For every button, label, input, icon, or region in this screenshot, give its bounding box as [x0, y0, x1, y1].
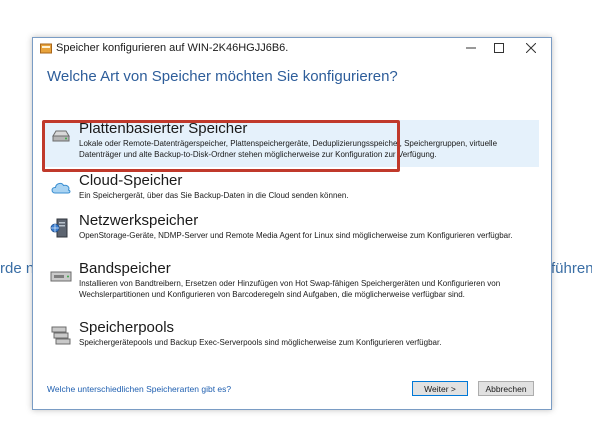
network-storage-icon [50, 218, 68, 238]
option-storage-pools[interactable]: Speicherpools Speichergerätepools und Ba… [43, 319, 539, 366]
configure-storage-dialog: Speicher konfigurieren auf WIN-2K46HGJJ6… [32, 37, 552, 410]
option-title: Cloud-Speicher [79, 172, 183, 189]
tape-icon [50, 271, 72, 282]
next-button[interactable]: Weiter > [412, 381, 468, 396]
highlight-annotation-box [42, 120, 400, 172]
background-text-right: führen [551, 260, 592, 277]
option-network-storage[interactable]: Netzwerkspeicher OpenStorage-Geräte, NDM… [43, 212, 539, 259]
minimize-icon [466, 47, 476, 49]
option-description: OpenStorage-Geräte, NDMP-Server und Remo… [79, 231, 513, 240]
close-icon [526, 43, 536, 53]
background-text-left: rde n [0, 260, 35, 277]
title-bar: Speicher konfigurieren auf WIN-2K46HGJJ6… [33, 38, 551, 60]
option-description: Speichergerätepools und Backup Exec-Serv… [79, 338, 442, 347]
close-button[interactable] [517, 38, 545, 58]
storage-pool-icon [51, 326, 71, 345]
dialog-heading: Welche Art von Speicher möchten Sie konf… [47, 68, 398, 85]
minimize-button[interactable] [457, 38, 485, 58]
cloud-icon [51, 182, 71, 194]
window-title: Speicher konfigurieren auf WIN-2K46HGJJ6… [56, 42, 289, 54]
option-description: Installieren von Bandtreibern, Ersetzen … [79, 279, 501, 299]
storage-types-help-link[interactable]: Welche unterschiedlichen Speicherarten g… [47, 384, 231, 394]
option-title: Netzwerkspeicher [79, 212, 199, 229]
cancel-button[interactable]: Abbrechen [478, 381, 534, 396]
option-tape-storage[interactable]: Bandspeicher Installieren von Bandtreibe… [43, 260, 539, 307]
option-title: Bandspeicher [79, 260, 171, 277]
option-description: Ein Speichergerät, über das Sie Backup-D… [79, 191, 349, 200]
option-title: Speicherpools [79, 319, 175, 336]
maximize-icon [494, 43, 504, 53]
maximize-button[interactable] [485, 38, 513, 58]
storage-app-icon [40, 43, 52, 54]
